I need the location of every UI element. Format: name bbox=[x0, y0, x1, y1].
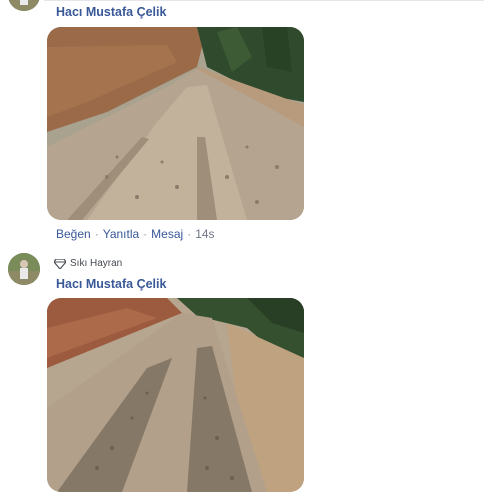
separator: · bbox=[94, 227, 99, 241]
message-link[interactable]: Mesaj bbox=[151, 227, 183, 241]
comment-photo[interactable] bbox=[47, 27, 304, 220]
like-link[interactable]: Beğen bbox=[56, 227, 91, 241]
timestamp[interactable]: 14s bbox=[195, 227, 214, 241]
separator: · bbox=[187, 227, 192, 241]
separator: · bbox=[143, 227, 148, 241]
dirt-road-photo-icon bbox=[47, 27, 304, 220]
diamond-icon bbox=[54, 258, 66, 269]
avatar[interactable] bbox=[8, 253, 40, 285]
comment-photo[interactable] bbox=[47, 298, 304, 492]
author-name[interactable]: Hacı Mustafa Çelik bbox=[56, 277, 166, 291]
reply-link[interactable]: Yanıtla bbox=[103, 227, 139, 241]
gravel-road-photo-icon bbox=[47, 298, 304, 492]
fan-badge: Sıkı Hayran bbox=[54, 258, 122, 269]
author-name[interactable]: Hacı Mustafa Çelik bbox=[56, 5, 166, 19]
avatar[interactable] bbox=[8, 0, 40, 11]
top-divider bbox=[44, 0, 484, 1]
comment-actions: Beğen · Yanıtla · Mesaj · 14s bbox=[56, 227, 215, 241]
fan-badge-label: Sıkı Hayran bbox=[70, 258, 123, 269]
